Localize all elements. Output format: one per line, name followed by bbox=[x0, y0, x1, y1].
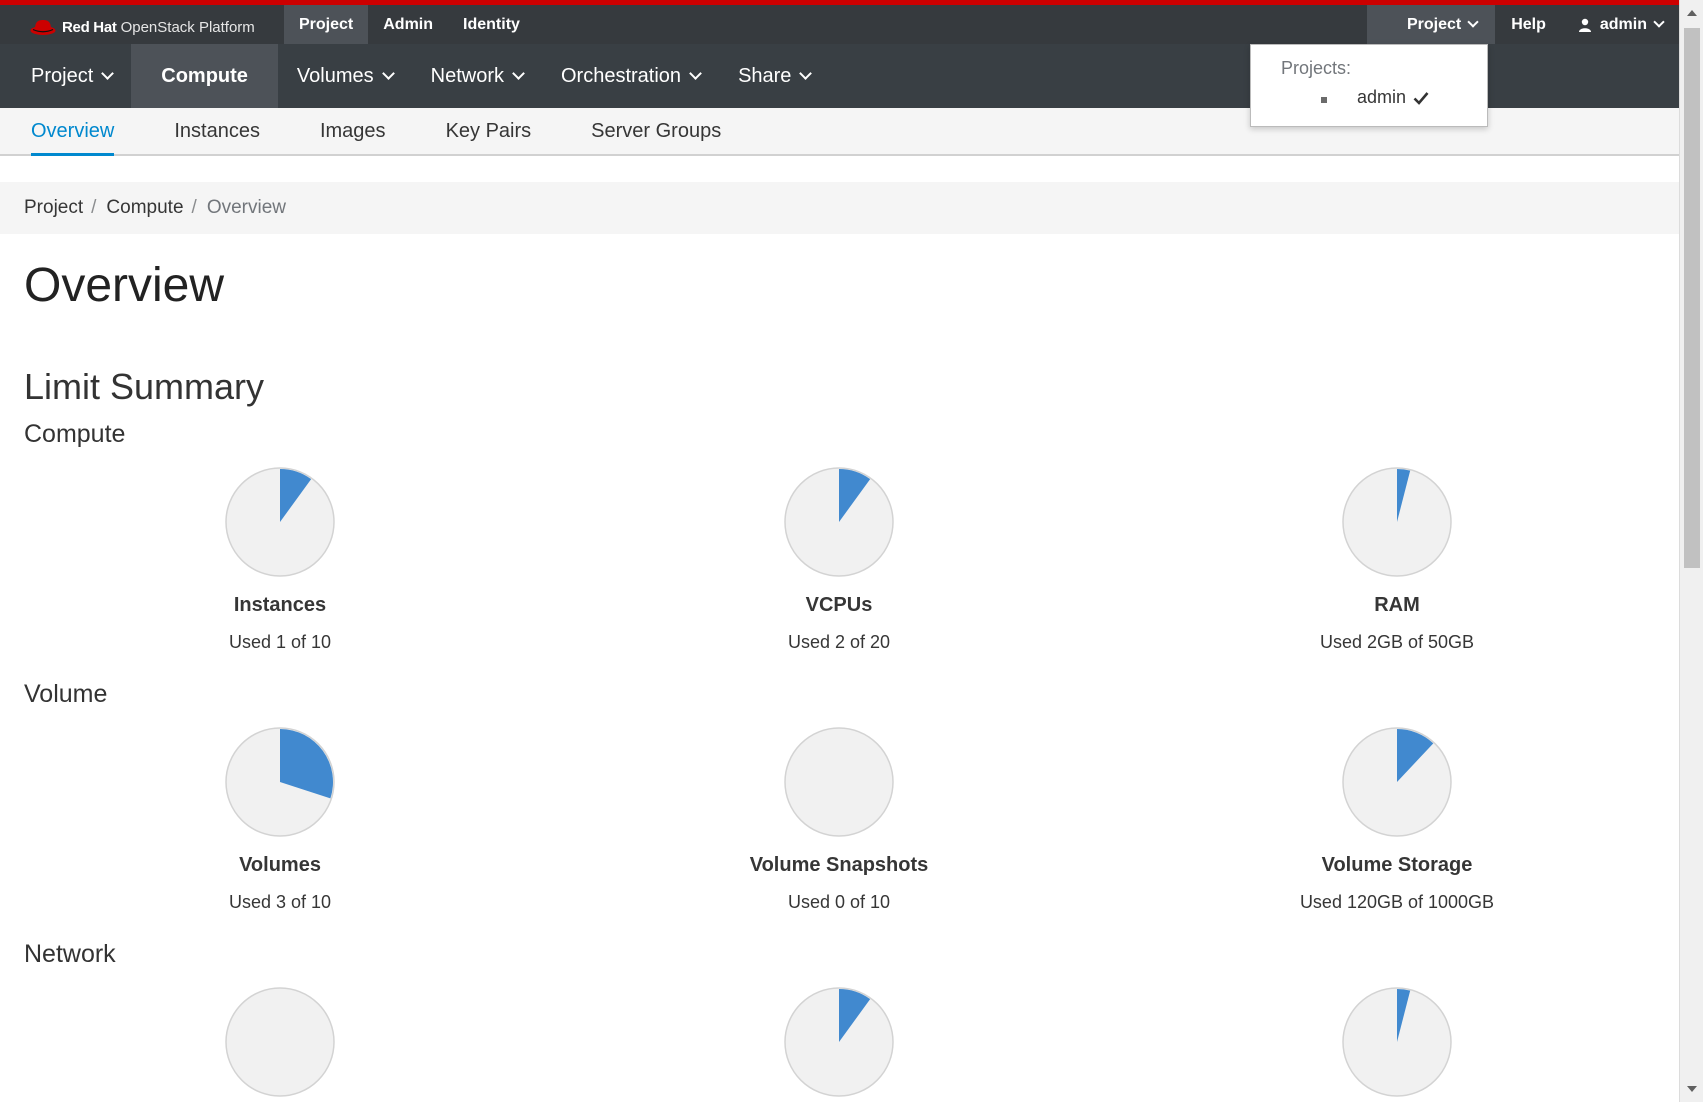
subnav-key-pairs[interactable]: Key Pairs bbox=[446, 108, 532, 154]
user-name: admin bbox=[1599, 16, 1647, 33]
page-title: Overview bbox=[24, 259, 225, 312]
checkmark-icon bbox=[1413, 91, 1429, 105]
chevron-down-icon bbox=[101, 66, 115, 80]
nav-network-label: Network bbox=[430, 65, 504, 87]
nav-compute-label: Compute bbox=[161, 65, 248, 87]
breadcrumb-compute[interactable]: Compute bbox=[106, 197, 183, 219]
chevron-down-icon bbox=[799, 66, 813, 80]
nav-project-label: Project bbox=[31, 65, 94, 87]
user-menu-button[interactable]: admin bbox=[1562, 5, 1679, 44]
brand-name-bold: Red Hat bbox=[62, 18, 117, 36]
nav-orchestration[interactable]: Orchestration bbox=[542, 44, 719, 108]
bullet-icon bbox=[1321, 97, 1327, 103]
brand-name-rest: OpenStack Platform bbox=[120, 18, 255, 36]
chart-usage-volume-storage: Used 120GB of 1000GB bbox=[1299, 892, 1495, 912]
project-switcher-label: Project bbox=[1406, 16, 1462, 33]
help-link[interactable]: Help bbox=[1495, 5, 1562, 44]
chart-label-instances: Instances bbox=[233, 594, 327, 616]
pie-chart-network-1 bbox=[225, 987, 335, 1097]
project-option-label: admin bbox=[1357, 87, 1407, 107]
pie-chart-volumes bbox=[225, 727, 335, 837]
chart-label-volumes: Volumes bbox=[239, 854, 321, 876]
breadcrumb-separator: / bbox=[191, 197, 197, 218]
pie-chart-network-2 bbox=[784, 987, 894, 1097]
project-dropdown-menu: Projects: admin bbox=[1250, 44, 1488, 127]
chart-label-volume-snapshots: Volume Snapshots bbox=[749, 854, 929, 876]
scrollbar-thumb[interactable] bbox=[1684, 28, 1700, 568]
nav-share[interactable]: Share bbox=[719, 44, 829, 108]
subnav-overview[interactable]: Overview bbox=[31, 108, 115, 156]
breadcrumb-project[interactable]: Project bbox=[24, 197, 83, 219]
breadcrumb-current: Overview bbox=[206, 197, 286, 218]
breadcrumb-separator: / bbox=[91, 197, 97, 218]
pie-chart-ram bbox=[1342, 467, 1452, 577]
nav-network[interactable]: Network bbox=[412, 44, 542, 108]
pie-chart-instances bbox=[225, 467, 335, 577]
user-icon bbox=[1578, 18, 1591, 32]
project-option-admin[interactable]: admin bbox=[1357, 87, 1429, 108]
chart-label-volume-storage: Volume Storage bbox=[1321, 854, 1473, 876]
dropdown-header: Projects: bbox=[1281, 58, 1352, 78]
pie-free-slice bbox=[784, 727, 894, 837]
chart-label-ram: RAM bbox=[1374, 594, 1420, 616]
scroll-down-arrow-icon[interactable] bbox=[1687, 1086, 1697, 1092]
scroll-up-arrow-icon[interactable] bbox=[1687, 10, 1697, 16]
pie-free-slice bbox=[225, 987, 335, 1097]
nav-orchestration-label: Orchestration bbox=[561, 65, 682, 87]
chevron-down-icon bbox=[1467, 15, 1479, 28]
masthead: Red Hat OpenStack Platform Project Admin… bbox=[0, 0, 1679, 44]
subnav-instances[interactable]: Instances bbox=[174, 108, 260, 154]
vertical-scrollbar[interactable] bbox=[1679, 0, 1703, 1102]
section-heading-volume: Volume bbox=[24, 680, 108, 708]
subnav-images[interactable]: Images bbox=[320, 108, 386, 154]
pie-chart-volume-snapshots bbox=[784, 727, 894, 837]
top-tab-project[interactable]: Project bbox=[284, 5, 369, 44]
nav-project[interactable]: Project bbox=[12, 44, 131, 108]
pie-chart-volume-storage bbox=[1342, 727, 1452, 837]
chevron-down-icon bbox=[1653, 15, 1665, 28]
nav-volumes[interactable]: Volumes bbox=[278, 44, 412, 108]
chevron-down-icon bbox=[381, 66, 395, 80]
pie-chart-vcpus bbox=[784, 467, 894, 577]
section-heading-network: Network bbox=[24, 940, 116, 968]
breadcrumb: Project / Compute / Overview bbox=[0, 182, 1679, 234]
subnav-server-groups[interactable]: Server Groups bbox=[591, 108, 721, 154]
chart-usage-instances: Used 1 of 10 bbox=[228, 632, 332, 652]
chart-usage-volumes: Used 3 of 10 bbox=[228, 892, 332, 912]
chart-usage-ram: Used 2GB of 50GB bbox=[1319, 632, 1475, 652]
chart-usage-vcpus: Used 2 of 20 bbox=[787, 632, 891, 652]
nav-volumes-label: Volumes bbox=[296, 65, 374, 87]
project-switcher-button[interactable]: Project bbox=[1366, 5, 1496, 44]
redhat-logo-icon bbox=[30, 20, 56, 35]
limit-summary-heading: Limit Summary bbox=[24, 366, 265, 407]
brand-logo[interactable]: Red Hat OpenStack Platform bbox=[30, 13, 255, 41]
chevron-down-icon bbox=[512, 66, 525, 80]
chevron-down-icon bbox=[689, 66, 702, 80]
pie-chart-network-3 bbox=[1342, 987, 1452, 1097]
top-tab-identity[interactable]: Identity bbox=[448, 5, 535, 44]
chart-label-vcpus: VCPUs bbox=[805, 594, 873, 616]
section-heading-compute: Compute bbox=[24, 420, 126, 448]
nav-share-label: Share bbox=[738, 65, 792, 87]
nav-compute[interactable]: Compute bbox=[131, 44, 278, 108]
top-tab-admin[interactable]: Admin bbox=[368, 5, 448, 44]
chart-usage-volume-snapshots: Used 0 of 10 bbox=[787, 892, 891, 912]
